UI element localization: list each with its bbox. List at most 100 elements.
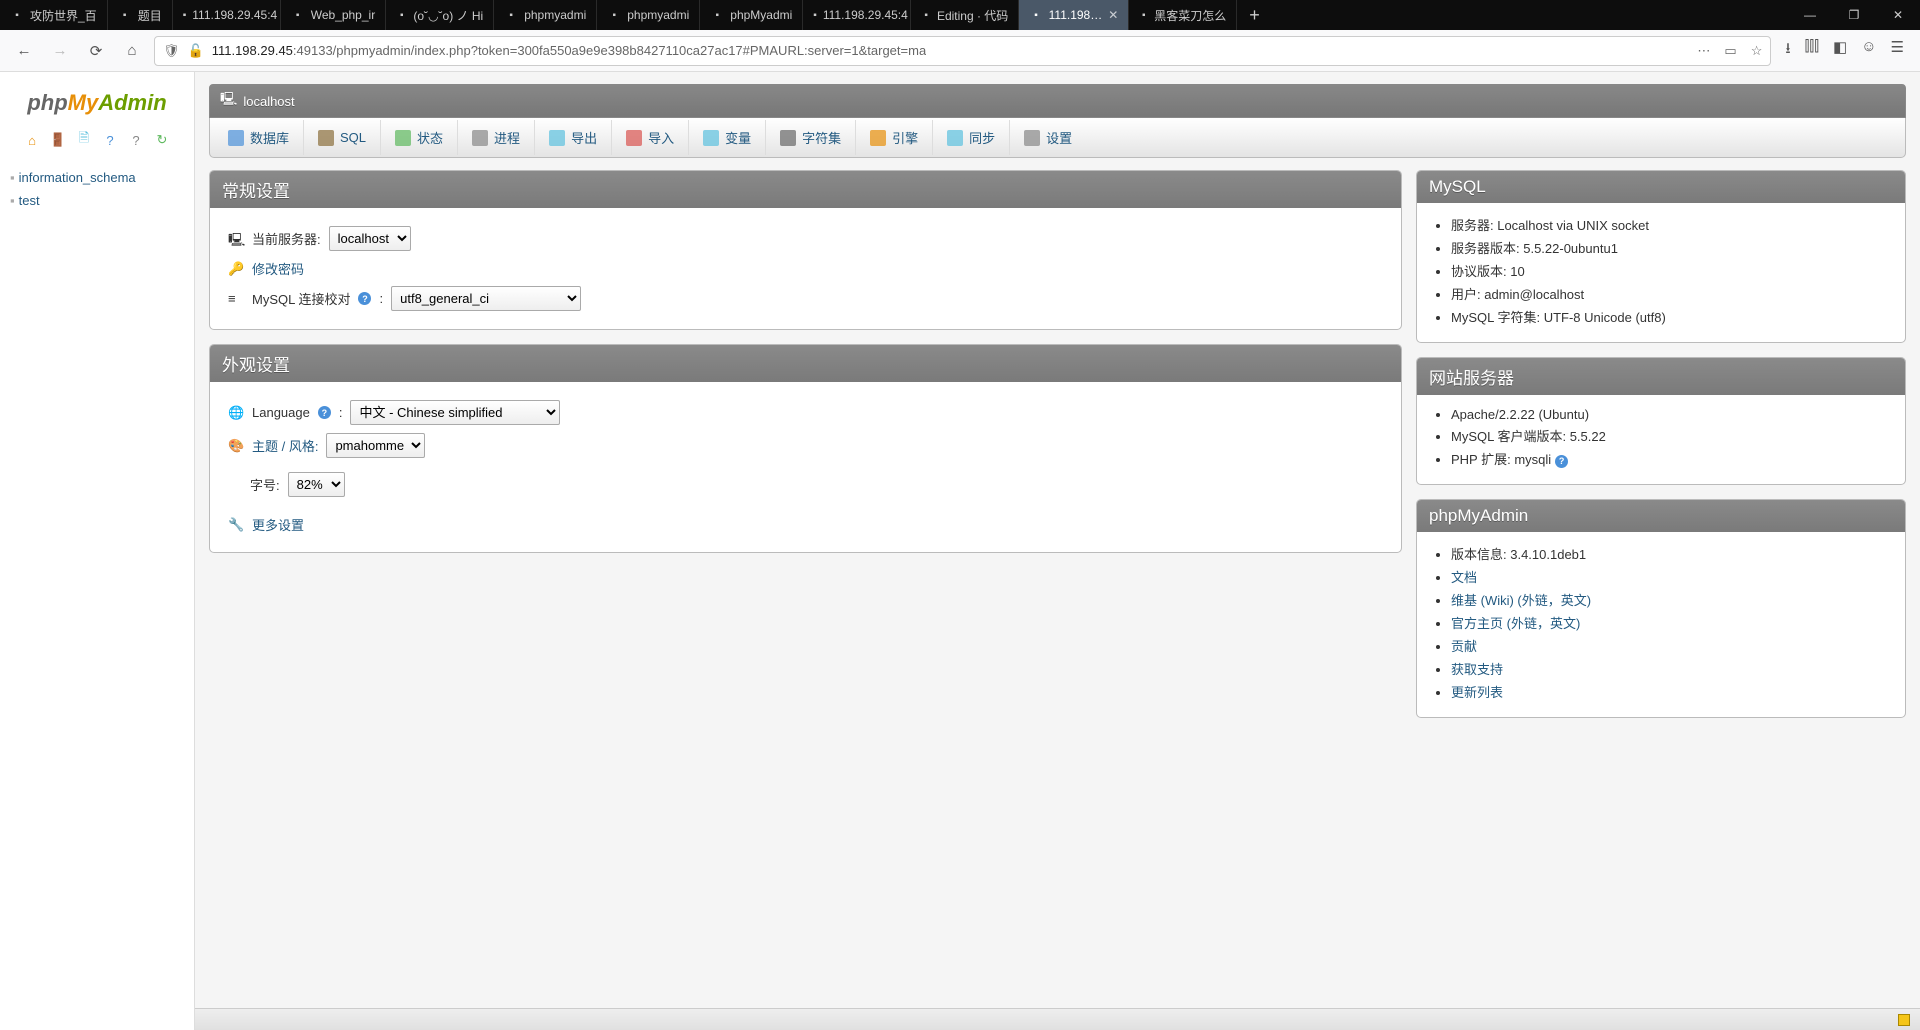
browser-tab[interactable]: ▪题目: [108, 0, 173, 30]
pma-link[interactable]: 贡献: [1451, 639, 1477, 654]
favicon-icon: ▪: [183, 8, 187, 22]
downloads-icon[interactable]: ⭳: [1785, 38, 1790, 63]
tab-label: Web_php_ir: [311, 8, 376, 22]
minimize-button[interactable]: —: [1788, 8, 1832, 22]
home-icon[interactable]: ⌂: [24, 132, 40, 148]
favicon-icon: ▪: [607, 8, 621, 22]
reload-button[interactable]: ⟳: [82, 37, 110, 65]
panel-general-settings: 常规设置 🖳 当前服务器: localhost 🔑 修改密码 ≡: [209, 170, 1402, 330]
reload-nav-icon[interactable]: ↻: [154, 132, 170, 148]
server-icon: 🖳: [220, 90, 237, 112]
new-tab-button[interactable]: +: [1237, 5, 1272, 26]
browser-tab[interactable]: ▪phpmyadmi: [494, 0, 597, 30]
theme-select[interactable]: pmahomme: [326, 433, 425, 458]
tab-label: phpmyadmi: [627, 8, 689, 22]
theme-icon: 🎨: [228, 438, 244, 454]
pma-link[interactable]: 文档: [1451, 570, 1477, 585]
pma-sidebar: phpMyAdmin ⌂ 🚪 🗎 ? ? ↻ ▪ information_sch…: [0, 72, 195, 1030]
close-tab-icon[interactable]: ✕: [1108, 8, 1118, 22]
shield-icon: 🛡: [163, 43, 180, 59]
address-bar[interactable]: 🛡 🔓 111.198.29.45:49133/phpmyadmin/index…: [154, 36, 1771, 66]
info-item: 服务器版本: 5.5.22-0ubuntu1: [1451, 236, 1895, 259]
browser-tab[interactable]: ▪ phpmyadmi: [597, 0, 700, 30]
menu-item-icon: [947, 130, 963, 146]
panel-title: 常规设置: [210, 171, 1401, 208]
docs-icon[interactable]: ?: [102, 132, 118, 148]
panel-webserver: 网站服务器 Apache/2.2.22 (Ubuntu)MySQL 客户端版本:…: [1416, 357, 1906, 485]
info-item: MySQL 字符集: UTF-8 Unicode (utf8): [1451, 305, 1895, 328]
bookmark-star-icon[interactable]: ☆: [1751, 43, 1763, 59]
pma-link[interactable]: 获取支持: [1451, 662, 1503, 677]
topmenu-item[interactable]: 状态: [381, 120, 458, 155]
browser-tab[interactable]: ▪攻防世界_百: [0, 0, 108, 30]
topmenu-item[interactable]: 变量: [689, 120, 766, 155]
collation-select[interactable]: utf8_general_ci: [391, 286, 581, 311]
home-button[interactable]: ⌂: [118, 37, 146, 65]
browser-tab[interactable]: ▪Web_php_ir: [281, 0, 387, 30]
help-icon[interactable]: ?: [318, 406, 331, 419]
server-select[interactable]: localhost: [329, 226, 411, 251]
topmenu-item[interactable]: SQL: [304, 120, 381, 155]
sidebar-icon[interactable]: ◧: [1833, 38, 1847, 63]
topmenu-item[interactable]: 导出: [535, 120, 612, 155]
topmenu-item[interactable]: 引擎: [856, 120, 933, 155]
browser-tab[interactable]: ▪ 111.198.29.45:4: [173, 0, 281, 30]
account-icon[interactable]: ☺: [1861, 38, 1876, 63]
footer-indicator-icon[interactable]: [1898, 1014, 1910, 1026]
browser-tab[interactable]: ▪ (o˘◡˘o) ノ Hi: [386, 0, 494, 30]
browser-tab[interactable]: ▪phpMyadmi: [700, 0, 803, 30]
help-icon[interactable]: ?: [358, 292, 371, 305]
panel-title: phpMyAdmin: [1417, 500, 1905, 532]
topmenu-item[interactable]: 设置: [1010, 120, 1086, 155]
wrench-icon: 🔧: [228, 517, 244, 533]
tab-label: 111.198.29.45:4: [192, 8, 277, 22]
main-content: 🖳 localhost 数据库SQL状态 进程导出导入变量字符集引擎同步设置 常规…: [195, 72, 1920, 1030]
favicon-icon: ▪: [396, 8, 407, 22]
pma-link[interactable]: 维基 (Wiki) (外链，英文): [1451, 593, 1591, 608]
info-item: PHP 扩展: mysqli?: [1451, 447, 1895, 470]
language-select[interactable]: 中文 - Chinese simplified: [350, 400, 560, 425]
menu-item-icon: [228, 130, 244, 146]
browser-tab[interactable]: ▪黑客菜刀怎么: [1129, 0, 1237, 30]
tab-label: 黑客菜刀怎么: [1154, 7, 1226, 24]
sql-icon[interactable]: 🗎: [76, 132, 92, 148]
maximize-button[interactable]: ❐: [1832, 8, 1876, 22]
more-settings-link[interactable]: 更多设置: [252, 515, 304, 534]
favicon-icon: ▪: [921, 8, 931, 22]
database-item[interactable]: ▪ information_schema: [8, 166, 186, 189]
library-icon[interactable]: ⫿⫿⫿: [1805, 38, 1819, 63]
menu-icon[interactable]: ☰: [1891, 38, 1904, 63]
favicon-icon: ▪: [504, 8, 518, 22]
tab-label: (o˘◡˘o) ノ Hi: [413, 7, 483, 24]
browser-tab[interactable]: ▪Editing · 代码: [911, 0, 1019, 30]
browser-tab[interactable]: ▪111.198.29.45:4: [803, 0, 911, 30]
server-breadcrumb[interactable]: 🖳 localhost: [209, 84, 1906, 118]
theme-label[interactable]: 主题 / 风格:: [252, 436, 318, 455]
docs2-icon[interactable]: ?: [128, 132, 144, 148]
panel-title: 网站服务器: [1417, 358, 1905, 395]
pma-link[interactable]: 官方主页 (外链，英文): [1451, 616, 1580, 631]
reader-icon[interactable]: ▭: [1724, 43, 1736, 59]
link-item: 更新列表: [1451, 680, 1895, 703]
fontsize-select[interactable]: 82%: [288, 472, 345, 497]
menu-item-label: 进程: [494, 128, 520, 147]
pma-link[interactable]: 更新列表: [1451, 685, 1503, 700]
change-password-link[interactable]: 修改密码: [252, 259, 304, 278]
topmenu-item[interactable]: 数据库: [214, 120, 304, 155]
panel-title: 外观设置: [210, 345, 1401, 382]
topmenu-item[interactable]: 字符集: [766, 120, 856, 155]
close-window-button[interactable]: ✕: [1876, 8, 1920, 22]
breadcrumb-label: localhost: [243, 94, 294, 109]
topmenu-item[interactable]: 同步: [933, 120, 1010, 155]
topmenu-item[interactable]: 导入: [612, 120, 689, 155]
browser-tab[interactable]: ▪111.198…✕: [1019, 0, 1129, 30]
help-icon[interactable]: ?: [1555, 455, 1568, 468]
topmenu-item[interactable]: 进程: [458, 120, 535, 155]
menu-item-icon: [870, 130, 886, 146]
navigation-toolbar: ← → ⟳ ⌂ 🛡 🔓 111.198.29.45:49133/phpmyadm…: [0, 30, 1920, 72]
logout-icon[interactable]: 🚪: [50, 132, 66, 148]
forward-button[interactable]: →: [46, 37, 74, 65]
database-item[interactable]: ▪ test: [8, 189, 186, 212]
back-button[interactable]: ←: [10, 37, 38, 65]
more-dots-icon[interactable]: ⋯: [1697, 43, 1710, 59]
